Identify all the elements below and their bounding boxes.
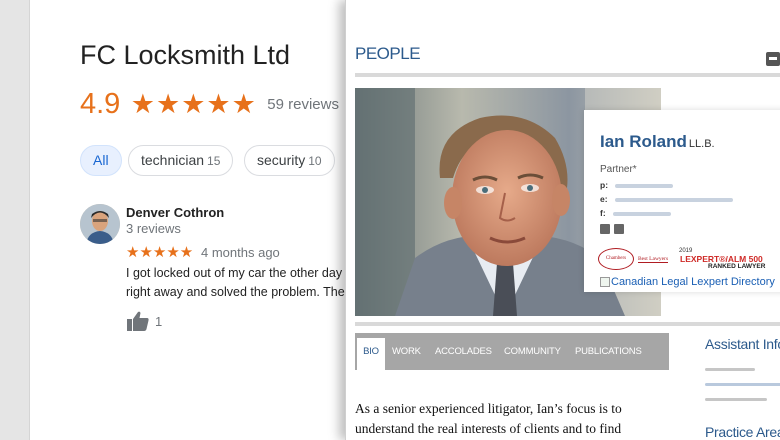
window-left-edge <box>0 0 30 440</box>
business-name: FC Locksmith Ltd <box>80 40 291 70</box>
assistant-email-blurred <box>705 383 780 386</box>
reviewer-review-count: 3 reviews <box>126 221 181 236</box>
assistant-phone-blurred <box>705 398 767 401</box>
reviewer-name[interactable]: Denver Cothron <box>126 205 224 220</box>
chip-count: 15 <box>207 154 221 168</box>
tab-publications[interactable]: PUBLICATIONS <box>575 346 642 357</box>
profile-overlay-window: PEOPLE Ian Roland LL.B. Partner* p: e: f… <box>345 0 780 440</box>
profile-tabs: BIO WORK ACCOLADES COMMUNITY PUBLICATION… <box>355 333 669 370</box>
fax-value-blurred <box>612 211 671 216</box>
rating-summary: 4.9 ★★★★★ 59 reviews <box>80 88 339 124</box>
best-lawyers-badge: Best Lawyers <box>638 256 669 263</box>
contact-icons <box>600 224 628 235</box>
tab-bio[interactable]: BIO <box>357 338 385 370</box>
print-icon[interactable] <box>766 52 780 66</box>
filter-chip-all[interactable]: All <box>80 145 122 176</box>
filter-chip-technician[interactable]: technician 15 <box>128 145 234 176</box>
email-row[interactable]: e: <box>600 194 733 204</box>
bio-line: understand the real interests of clients… <box>355 421 622 436</box>
bio-line: As a senior experienced litigator, Ian’s… <box>355 401 622 416</box>
thumbs-up-icon[interactable] <box>126 310 150 332</box>
chip-count: 10 <box>308 154 322 168</box>
practice-area-heading: Practice Area <box>705 424 780 440</box>
tab-accolades[interactable]: ACCOLADES <box>435 346 492 357</box>
person-name: Ian Roland LL.B. <box>600 132 715 152</box>
email-label: e: <box>600 194 608 204</box>
review-time: 4 months ago <box>201 245 280 260</box>
chip-label: technician <box>141 152 205 168</box>
broken-image-icon <box>600 277 610 288</box>
chip-label: security <box>257 152 306 168</box>
review-stars-icon: ★★★★★ <box>126 244 194 261</box>
contact-card: Ian Roland LL.B. Partner* p: e: f: Chambe… <box>584 110 780 292</box>
ranked-lawyer-label: RANKED LAWYER <box>708 263 766 270</box>
section-title: PEOPLE <box>355 44 421 63</box>
phone-value-blurred <box>615 183 674 188</box>
review-count-link[interactable]: 59 reviews <box>267 96 339 113</box>
fax-row: f: <box>600 208 671 218</box>
phone-row[interactable]: p: <box>600 180 674 190</box>
lexpert-directory-text: Canadian Legal Lexpert Directory <box>611 276 775 288</box>
divider <box>355 322 780 326</box>
person-suffix: LL.B. <box>688 138 715 150</box>
bio-text: As a senior experienced litigator, Ian’s… <box>355 399 669 439</box>
assistant-name-blurred <box>705 368 755 371</box>
tab-community[interactable]: COMMUNITY <box>504 346 561 357</box>
person-name-text: Ian Roland <box>600 132 687 151</box>
email-value-blurred <box>614 197 733 202</box>
filter-chip-security[interactable]: security 10 <box>244 145 335 176</box>
reviewer-avatar[interactable] <box>80 204 120 244</box>
print-icon[interactable] <box>614 224 624 235</box>
review-text: I got locked out of my car the other day… <box>126 264 348 302</box>
divider <box>355 73 780 77</box>
chip-label: All <box>93 152 109 168</box>
fax-label: f: <box>600 208 606 218</box>
chambers-badge: Chambers <box>598 248 634 270</box>
assistant-info-heading: Assistant Info <box>705 336 780 352</box>
rating-stars-icon: ★★★★★ <box>130 89 257 119</box>
person-title: Partner* <box>600 164 637 175</box>
phone-label: p: <box>600 180 609 190</box>
vcard-icon[interactable] <box>600 224 610 235</box>
review-text-line: right away and solved the problem. The <box>126 285 345 299</box>
rating-value: 4.9 <box>80 88 121 120</box>
like-count: 1 <box>155 314 163 329</box>
lexpert-directory-link[interactable]: Canadian Legal Lexpert Directory <box>600 276 775 288</box>
review-text-line: I got locked out of my car the other day <box>126 266 343 280</box>
tab-work[interactable]: WORK <box>392 346 421 357</box>
